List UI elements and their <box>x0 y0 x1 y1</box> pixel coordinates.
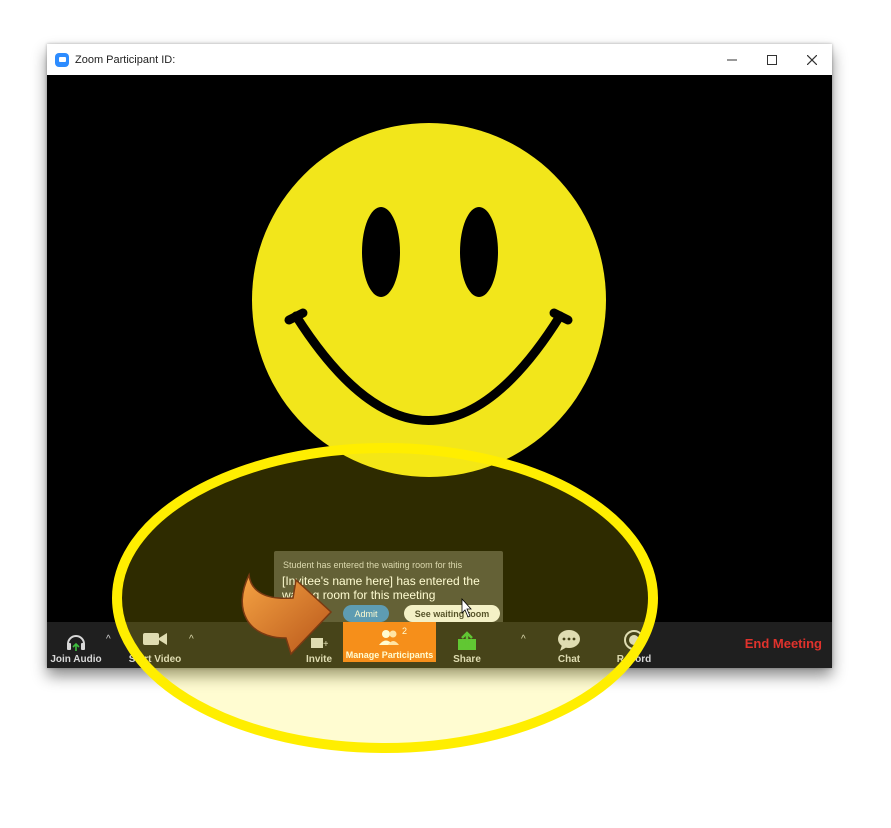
share-options-caret-icon[interactable]: ^ <box>521 634 526 645</box>
join-audio-label: Join Audio <box>50 654 102 665</box>
minimize-button[interactable] <box>712 44 752 75</box>
minimize-icon <box>727 59 737 60</box>
svg-text:+: + <box>323 639 328 650</box>
zoom-app-icon <box>55 52 69 67</box>
invite-icon: + <box>311 638 328 650</box>
headphones-icon <box>67 635 85 651</box>
invite-button[interactable]: + Invite <box>301 622 337 668</box>
participant-count-badge: 2 <box>402 626 408 636</box>
join-audio-button[interactable]: Join Audio <box>49 622 103 668</box>
end-meeting-button[interactable]: End Meeting <box>745 636 822 651</box>
start-video-label: Start Video <box>128 654 182 665</box>
chat-label: Chat <box>557 654 581 665</box>
close-button[interactable] <box>792 44 832 75</box>
video-camera-icon <box>143 633 167 645</box>
share-label: Share <box>453 654 481 665</box>
share-button[interactable]: Share <box>449 622 485 668</box>
record-label: Record <box>616 654 652 665</box>
invite-label: Invite <box>305 654 333 665</box>
video-options-caret-icon[interactable]: ^ <box>189 634 194 645</box>
start-video-button[interactable]: Start Video <box>123 622 187 668</box>
record-icon <box>624 630 644 650</box>
audio-options-caret-icon[interactable]: ^ <box>106 634 111 645</box>
meeting-toolbar: Join Audio ^ Start Video ^ + Invite 2 Ma… <box>47 622 832 668</box>
chat-button[interactable]: Chat <box>551 622 587 668</box>
see-waiting-room-button[interactable]: See waiting room <box>404 605 500 622</box>
maximize-icon <box>767 54 777 65</box>
smiley-face-image <box>252 123 606 477</box>
notification-message: [Invitee's name here] has entered the wa… <box>282 574 480 602</box>
video-area: Student has entered the waiting room for… <box>47 75 832 639</box>
maximize-button[interactable] <box>752 44 792 75</box>
admit-button[interactable]: Admit <box>343 605 389 622</box>
chat-bubble-icon <box>558 630 580 651</box>
window-controls <box>712 44 832 75</box>
record-button[interactable]: Record <box>613 622 655 668</box>
manage-participants-label: Manage Participants <box>345 650 434 660</box>
notification-header: Student has entered the waiting room for… <box>283 560 463 570</box>
window-title: Zoom Participant ID: <box>75 53 176 66</box>
waiting-room-notification: Student has entered the waiting room for… <box>274 551 503 639</box>
zoom-window: Zoom Participant ID: Student has entered… <box>47 44 832 668</box>
manage-participants-button[interactable]: 2 Manage Participants <box>343 622 436 662</box>
share-screen-icon <box>458 631 476 650</box>
participants-icon <box>378 630 399 645</box>
close-icon <box>807 54 817 65</box>
title-bar: Zoom Participant ID: <box>47 44 832 75</box>
